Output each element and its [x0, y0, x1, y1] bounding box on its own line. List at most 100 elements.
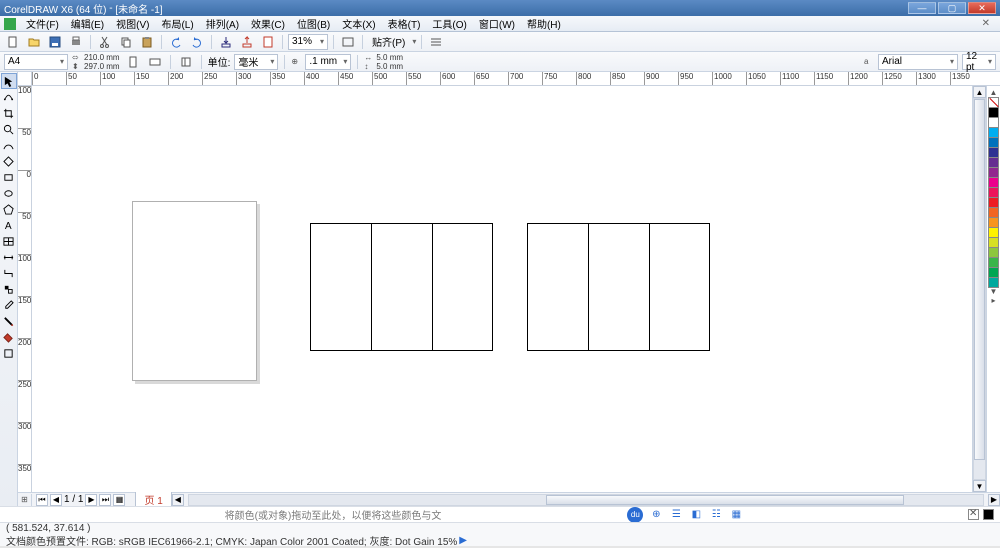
rectangle-tool-icon[interactable] — [2, 170, 16, 184]
scroll-left-icon[interactable]: ◀ — [172, 494, 184, 506]
polygon-tool-icon[interactable] — [2, 202, 16, 216]
window-close-button[interactable]: ✕ — [968, 2, 996, 14]
landscape-icon[interactable] — [146, 54, 164, 70]
share-icon-5[interactable]: ▦ — [729, 508, 743, 522]
next-page-button[interactable]: ▶ — [85, 494, 97, 506]
menu-tools[interactable]: 工具(O) — [426, 16, 472, 31]
table-object-2[interactable] — [527, 223, 710, 351]
ruler-tick: 1200 — [848, 72, 868, 86]
page-sorter-icon[interactable]: ⊞ — [18, 494, 32, 506]
new-icon[interactable] — [4, 34, 22, 50]
snap-label[interactable]: 贴齐(P) — [368, 34, 409, 49]
smart-fill-tool-icon[interactable] — [2, 154, 16, 168]
palette-flyout-icon[interactable]: ▸ — [991, 296, 995, 305]
scroll-up-icon[interactable]: ▲ — [973, 86, 986, 98]
prev-page-button[interactable]: ◀ — [50, 494, 62, 506]
scroll-down-icon[interactable]: ▼ — [973, 480, 986, 492]
document-title: [未命名 -1] — [115, 1, 162, 16]
menu-layout[interactable]: 布局(L) — [155, 16, 199, 31]
last-page-button[interactable]: ⏭ — [99, 494, 111, 506]
palette-up-icon[interactable]: ▲ — [990, 88, 998, 97]
share-icon-3[interactable]: ◧ — [689, 508, 703, 522]
cut-icon[interactable] — [96, 34, 114, 50]
vertical-ruler[interactable]: 10050050100150200250300350 — [18, 86, 32, 492]
baidu-share-icon[interactable]: du — [627, 507, 643, 523]
current-stroke-swatch[interactable] — [983, 509, 994, 520]
ellipse-tool-icon[interactable] — [2, 186, 16, 200]
save-icon[interactable] — [46, 34, 64, 50]
undo-icon[interactable] — [167, 34, 185, 50]
first-page-button[interactable]: ⏮ — [36, 494, 48, 506]
menu-table[interactable]: 表格(T) — [382, 16, 427, 31]
menu-text[interactable]: 文本(X) — [336, 16, 381, 31]
ruler-tick: 100 — [18, 86, 32, 95]
menu-help[interactable]: 帮助(H) — [521, 16, 567, 31]
crop-tool-icon[interactable] — [2, 106, 16, 120]
horizontal-ruler[interactable]: 0501001502002503003504004505005506006507… — [18, 72, 1000, 86]
interactive-tool-icon[interactable] — [2, 282, 16, 296]
redo-icon[interactable] — [188, 34, 206, 50]
eyedropper-tool-icon[interactable] — [2, 298, 16, 312]
scroll-right-icon[interactable]: ▶ — [988, 494, 1000, 506]
open-icon[interactable] — [25, 34, 43, 50]
share-icon-1[interactable]: ⊕ — [649, 508, 663, 522]
zoom-combo[interactable]: 31% — [288, 34, 328, 50]
publish-pdf-icon[interactable] — [259, 34, 277, 50]
freehand-tool-icon[interactable] — [2, 138, 16, 152]
print-icon[interactable] — [67, 34, 85, 50]
text-tool-icon[interactable]: A — [2, 218, 16, 232]
drawing-canvas[interactable] — [32, 86, 972, 492]
document-close-button[interactable]: ✕ — [976, 18, 996, 29]
export-icon[interactable] — [238, 34, 256, 50]
dimension-tool-icon[interactable] — [2, 250, 16, 264]
connector-tool-icon[interactable] — [2, 266, 16, 280]
fullscreen-preview-icon[interactable] — [339, 34, 357, 50]
menu-window[interactable]: 窗口(W) — [473, 16, 521, 31]
profile-flyout-icon[interactable]: ▶ — [459, 535, 467, 546]
ruler-origin[interactable] — [18, 72, 32, 85]
fill-tool-icon[interactable] — [2, 330, 16, 344]
ruler-tick: 1050 — [746, 72, 766, 86]
nudge-distance-input[interactable]: .1 mm — [305, 54, 351, 70]
swatch-none[interactable] — [988, 97, 999, 108]
table-object-1[interactable] — [310, 223, 493, 351]
shape-tool-icon[interactable] — [2, 90, 16, 104]
zoom-tool-icon[interactable] — [2, 122, 16, 136]
dup-x-value[interactable]: 5.0 mm — [376, 53, 403, 62]
menu-arrange[interactable]: 排列(A) — [200, 16, 245, 31]
page-tab-1[interactable]: 页 1 — [135, 490, 171, 506]
share-icon-4[interactable]: ☷ — [709, 508, 723, 522]
interactive-fill-tool-icon[interactable] — [2, 346, 16, 360]
page-width-value[interactable]: 210.0 mm — [84, 53, 120, 62]
window-minimize-button[interactable]: — — [908, 2, 936, 14]
page-height-value[interactable]: 297.0 mm — [84, 62, 120, 71]
pick-tool-icon[interactable] — [2, 74, 16, 88]
all-pages-icon[interactable] — [177, 54, 195, 70]
horizontal-scroll-thumb[interactable] — [546, 495, 903, 505]
outline-tool-icon[interactable] — [2, 314, 16, 328]
units-combo[interactable]: 毫米 — [234, 54, 278, 70]
portrait-icon[interactable] — [124, 54, 142, 70]
menu-bitmap[interactable]: 位图(B) — [291, 16, 336, 31]
import-icon[interactable] — [217, 34, 235, 50]
window-maximize-button[interactable]: ▢ — [938, 2, 966, 14]
horizontal-scrollbar[interactable] — [188, 494, 984, 506]
vertical-scroll-thumb[interactable] — [974, 99, 985, 460]
current-fill-swatch[interactable] — [968, 509, 979, 520]
paste-icon[interactable] — [138, 34, 156, 50]
options-icon[interactable] — [427, 34, 445, 50]
share-icon-2[interactable]: ☰ — [669, 508, 683, 522]
menu-file[interactable]: 文件(F) — [20, 16, 65, 31]
font-family-combo[interactable]: Arial — [878, 54, 958, 70]
page-size-combo[interactable]: A4 — [4, 54, 68, 70]
vertical-scrollbar[interactable]: ▲ ▼ — [972, 86, 986, 492]
menu-view[interactable]: 视图(V) — [110, 16, 155, 31]
menu-edit[interactable]: 编辑(E) — [65, 16, 110, 31]
dup-y-value[interactable]: 5.0 mm — [376, 62, 403, 71]
palette-down-icon[interactable]: ▼ — [990, 287, 998, 296]
font-size-combo[interactable]: 12 pt — [962, 54, 996, 70]
menu-effects[interactable]: 效果(C) — [245, 16, 291, 31]
add-page-button[interactable]: ▦ — [113, 494, 125, 506]
copy-icon[interactable] — [117, 34, 135, 50]
table-tool-icon[interactable] — [2, 234, 16, 248]
